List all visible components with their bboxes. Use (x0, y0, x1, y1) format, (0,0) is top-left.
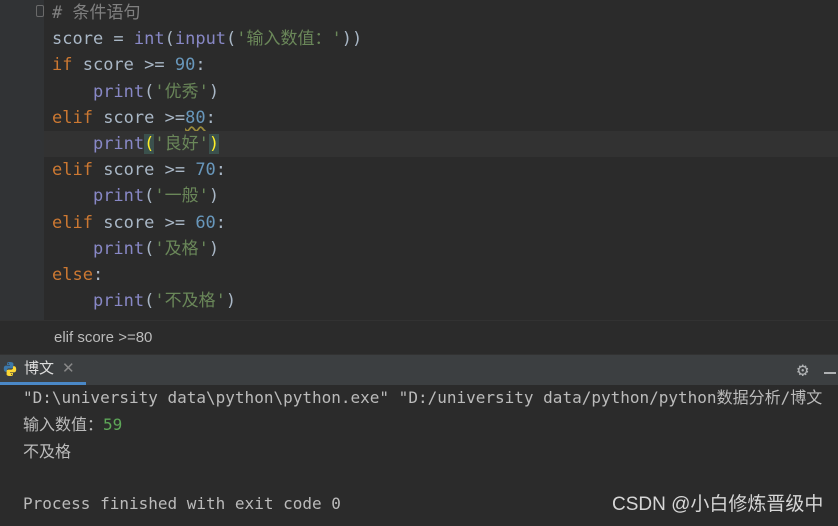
code-token: : (195, 55, 206, 76)
code-line[interactable]: score = int(input('输入数值：')) (52, 26, 362, 52)
code-token: '优秀' (154, 81, 209, 102)
console-prompt: 输入数值： (23, 415, 104, 434)
code-token: )) (341, 29, 363, 50)
code-token: score = (52, 29, 134, 50)
breadcrumb[interactable]: elif score >=80 (0, 320, 838, 354)
code-token: 90 (174, 55, 196, 76)
code-token: : (92, 265, 104, 285)
code-token: score >= (92, 107, 186, 128)
code-token: score >= (92, 160, 196, 181)
code-token: print (92, 81, 145, 102)
code-token: ( (144, 186, 155, 207)
close-icon[interactable]: ✕ (62, 355, 75, 383)
code-line[interactable]: else: (52, 262, 103, 288)
code-line[interactable]: print('不及格') (52, 288, 236, 314)
console-command-line: "D:\university data\python\python.exe" "… (23, 388, 823, 407)
code-token: : (205, 107, 216, 128)
code-token: ( (226, 29, 237, 50)
console-input-value: 59 (103, 415, 123, 434)
editor-gutter[interactable] (0, 0, 44, 320)
code-token: elif (52, 160, 93, 181)
code-token: ( (164, 29, 175, 50)
code-token: ) (208, 134, 220, 154)
code-token: '良好' (154, 134, 209, 154)
code-line[interactable]: elif score >= 60: (52, 210, 226, 236)
code-line[interactable]: print('及格') (52, 236, 219, 262)
code-token: ( (144, 238, 155, 259)
code-token: elif (52, 107, 93, 128)
code-token: ) (208, 238, 220, 259)
code-line[interactable]: elif score >=80: (52, 105, 216, 131)
code-line[interactable]: print('一般') (52, 183, 219, 209)
code-token: ( (144, 291, 155, 312)
console-gutter (0, 385, 14, 526)
code-line[interactable]: print('优秀') (52, 79, 219, 105)
python-icon (3, 362, 17, 376)
code-token: elif (52, 212, 93, 233)
code-line[interactable]: print('良好') (44, 131, 838, 157)
code-token: ) (208, 186, 220, 207)
breadcrumb-label[interactable]: elif score >=80 (54, 329, 152, 346)
console-output-line: 不及格 (23, 442, 72, 461)
code-line[interactable]: # 条件语句 (52, 0, 140, 26)
code-token: '输入数值：' (236, 29, 342, 50)
code-token: print (92, 238, 145, 259)
code-editor[interactable]: # 条件语句 score = int(input('输入数值：')) if scor… (0, 0, 838, 320)
run-tab-label: 博文 (24, 360, 55, 377)
code-token: score >= (72, 55, 175, 76)
code-token: 70 (195, 160, 216, 181)
watermark: CSDN @小白修炼晋级中 (612, 494, 824, 515)
code-token: '一般' (154, 186, 209, 207)
code-token: score >= (92, 212, 196, 233)
gear-icon[interactable]: ⚙ (797, 359, 808, 381)
code-token: 60 (195, 212, 216, 233)
run-tab[interactable]: 博文 ✕ (0, 355, 86, 385)
code-line[interactable]: elif score >= 70: (52, 157, 226, 183)
code-token: : (215, 160, 227, 181)
console-prompt-line: 输入数值：59 (23, 412, 122, 438)
code-token: if (52, 55, 73, 76)
code-token: ( (144, 81, 155, 102)
minimize-icon[interactable] (824, 372, 836, 374)
code-token: input (174, 29, 227, 50)
code-line[interactable]: if score >= 90: (52, 52, 206, 78)
code-token: # 条件语句 (52, 3, 141, 23)
code-token: print (92, 134, 145, 154)
code-token: ) (225, 291, 237, 312)
code-token: ) (208, 81, 220, 102)
code-token: '及格' (154, 238, 209, 259)
code-token: 80 (185, 107, 206, 128)
code-token: int (133, 29, 165, 50)
code-token: else (52, 265, 93, 285)
code-token: ( (144, 134, 155, 154)
code-token: print (92, 291, 145, 312)
fold-icon[interactable] (36, 5, 44, 17)
code-token: '不及格' (154, 291, 226, 312)
code-token: print (92, 186, 145, 207)
run-tool-window-header: 博文 ✕ ⚙ (0, 354, 838, 385)
console-exit-message: Process finished with exit code 0 (23, 494, 341, 513)
code-token: : (215, 212, 227, 233)
